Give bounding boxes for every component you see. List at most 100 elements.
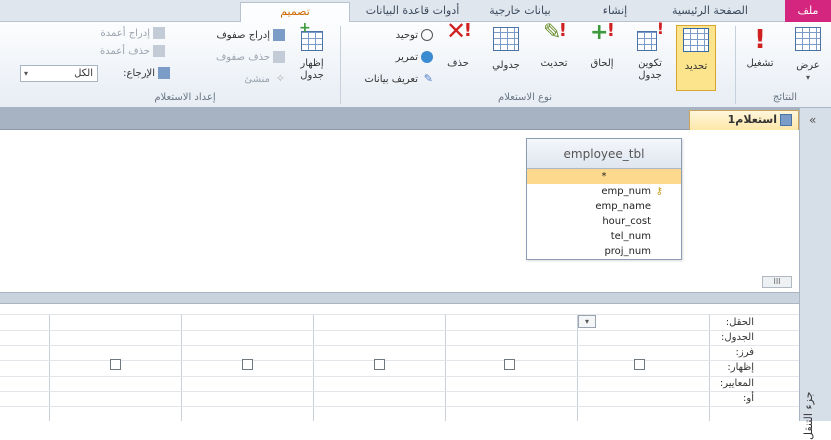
tab-design[interactable]: تصميم (240, 2, 350, 23)
ribbon-tab-row: ملف الصفحة الرئيسية إنشاء بيانات خارجية … (0, 0, 831, 23)
collapse-chevron-icon[interactable]: « (809, 113, 816, 127)
run-label: تشغيل (746, 58, 774, 69)
pass-through-button[interactable]: تمرير (345, 50, 433, 66)
chevron-down-icon: ▾ (24, 69, 29, 78)
data-definition-label: تعريف بيانات (364, 74, 418, 85)
scroll-thumb-label: III (773, 277, 781, 286)
make-table-button[interactable]: ! تكوين جدول (630, 21, 670, 91)
ribbon: عرض ▾ ! تشغيل النتائج تحديد ! تكوين جدول… (0, 17, 831, 108)
grid-row-line (0, 391, 799, 392)
run-button[interactable]: ! تشغيل (740, 25, 780, 91)
globe-icon (421, 51, 433, 63)
make-table-icon: ! (635, 21, 665, 55)
delete-columns-icon (153, 45, 165, 57)
horizontal-scrollbar[interactable]: III (762, 276, 792, 288)
navigation-pane-label: جزء التنقل (802, 391, 815, 440)
delete-columns-button[interactable]: حذف أعمدة (55, 44, 165, 60)
return-values-dropdown[interactable]: الكل ▾ (20, 65, 98, 82)
chevron-down-icon: ▾ (805, 73, 810, 82)
insert-rows-icon (273, 29, 285, 41)
show-checkbox[interactable] (634, 359, 645, 370)
document-tab-query1[interactable]: استعلام1 (689, 110, 799, 130)
primary-key-icon: ⚷ (655, 186, 663, 197)
chevron-down-icon: ▾ (584, 317, 589, 326)
field-emp-num[interactable]: emp_num ⚷ (527, 184, 681, 199)
crosstab-icon (491, 27, 521, 57)
select-query-icon (681, 28, 711, 58)
select-query-button[interactable]: تحديد (676, 25, 716, 91)
make-table-label-1: تكوين (638, 58, 662, 69)
show-checkbox[interactable] (242, 359, 253, 370)
update-button[interactable]: ✎ ! تحديث (534, 20, 574, 91)
row-label-criteria: المعايير: (719, 378, 754, 389)
insert-columns-icon (153, 27, 165, 39)
row-label-table: الجدول: (721, 332, 754, 343)
grid-row-line (0, 330, 799, 331)
show-table-label-2: جدول (300, 70, 324, 81)
show-table-icon: + (297, 21, 327, 55)
tab-create[interactable]: إنشاء (585, 2, 645, 22)
table-field-list-title[interactable]: employee_tbl (527, 139, 681, 169)
document-tab-title: استعلام1 (727, 113, 777, 126)
select-query-label: تحديد (684, 61, 708, 72)
query-icon (780, 114, 792, 126)
tab-external-data[interactable]: بيانات خارجية (475, 2, 565, 22)
field-hour-cost[interactable]: hour_cost (527, 214, 681, 229)
field-dropdown-button[interactable]: ▾ (578, 315, 596, 328)
return-values-value: الكل (74, 68, 93, 79)
delete-x-icon: ✕ ! (446, 17, 472, 45)
field-emp-num-label: emp_num (601, 186, 651, 197)
show-table-button[interactable]: + إظهار جدول (290, 21, 334, 91)
append-label: إلحاق (590, 58, 614, 69)
union-button[interactable]: توحيد (345, 28, 433, 44)
query-setup-group-label: إعداد الاستعلام (154, 92, 216, 103)
field-all-star[interactable]: * (527, 169, 681, 184)
builder-button[interactable]: ✧ منشئ (170, 72, 285, 88)
delete-rows-button[interactable]: حذف صفوف (170, 50, 285, 66)
pane-splitter[interactable] (0, 292, 799, 304)
tab-home[interactable]: الصفحة الرئيسية (650, 2, 770, 22)
view-label: عرض (796, 60, 820, 71)
update-label: تحديث (540, 58, 568, 69)
builder-label: منشئ (244, 74, 270, 85)
group-divider (735, 26, 736, 104)
view-button[interactable]: عرض ▾ (788, 25, 828, 91)
return-label: الإرجاع: (123, 68, 155, 79)
show-checkbox[interactable] (504, 359, 515, 370)
crosstab-label: جدولي (492, 60, 520, 71)
row-label-show: إظهار: (727, 362, 754, 373)
top-values-icon (158, 67, 170, 79)
datasheet-view-icon (793, 27, 823, 57)
field-proj-num[interactable]: proj_num (527, 244, 681, 259)
delete-rows-icon (273, 51, 285, 63)
insert-columns-button[interactable]: إدراج أعمدة (55, 26, 165, 42)
append-icon: + ! (590, 20, 615, 45)
show-checkbox[interactable] (374, 359, 385, 370)
show-table-label-1: إظهار (300, 58, 324, 69)
append-button[interactable]: + ! إلحاق (582, 20, 622, 91)
make-table-label-2: جدول (638, 70, 662, 81)
grid-row-line (0, 376, 799, 377)
pencil-icon: ✎ (423, 72, 433, 85)
insert-rows-button[interactable]: إدراج صفوف (170, 28, 285, 44)
data-definition-button[interactable]: ✎ تعريف بيانات (345, 72, 433, 88)
table-field-list[interactable]: employee_tbl * emp_num ⚷ emp_name hour_c… (526, 138, 682, 260)
row-label-sort: فرز: (735, 347, 755, 358)
grid-row-line (0, 345, 799, 346)
tab-file[interactable]: ملف (785, 0, 831, 22)
union-label: توحيد (395, 30, 418, 41)
field-emp-name[interactable]: emp_name (527, 199, 681, 214)
crosstab-button[interactable]: جدولي (486, 25, 526, 91)
pass-through-label: تمرير (395, 52, 418, 63)
group-divider (340, 26, 341, 104)
wand-icon: ✧ (275, 72, 285, 85)
navigation-pane[interactable]: « جزء التنقل (799, 108, 831, 440)
grid-row-line (0, 314, 799, 315)
show-checkbox[interactable] (110, 359, 121, 370)
field-tel-num[interactable]: tel_num (527, 229, 681, 244)
results-group-label: النتائج (772, 92, 798, 103)
pencil-icon: ✎ ! (543, 20, 567, 45)
insert-rows-label: إدراج صفوف (216, 30, 270, 41)
delete-query-button[interactable]: ✕ ! حذف (438, 17, 478, 91)
row-label-field: الحقل: (725, 317, 754, 328)
